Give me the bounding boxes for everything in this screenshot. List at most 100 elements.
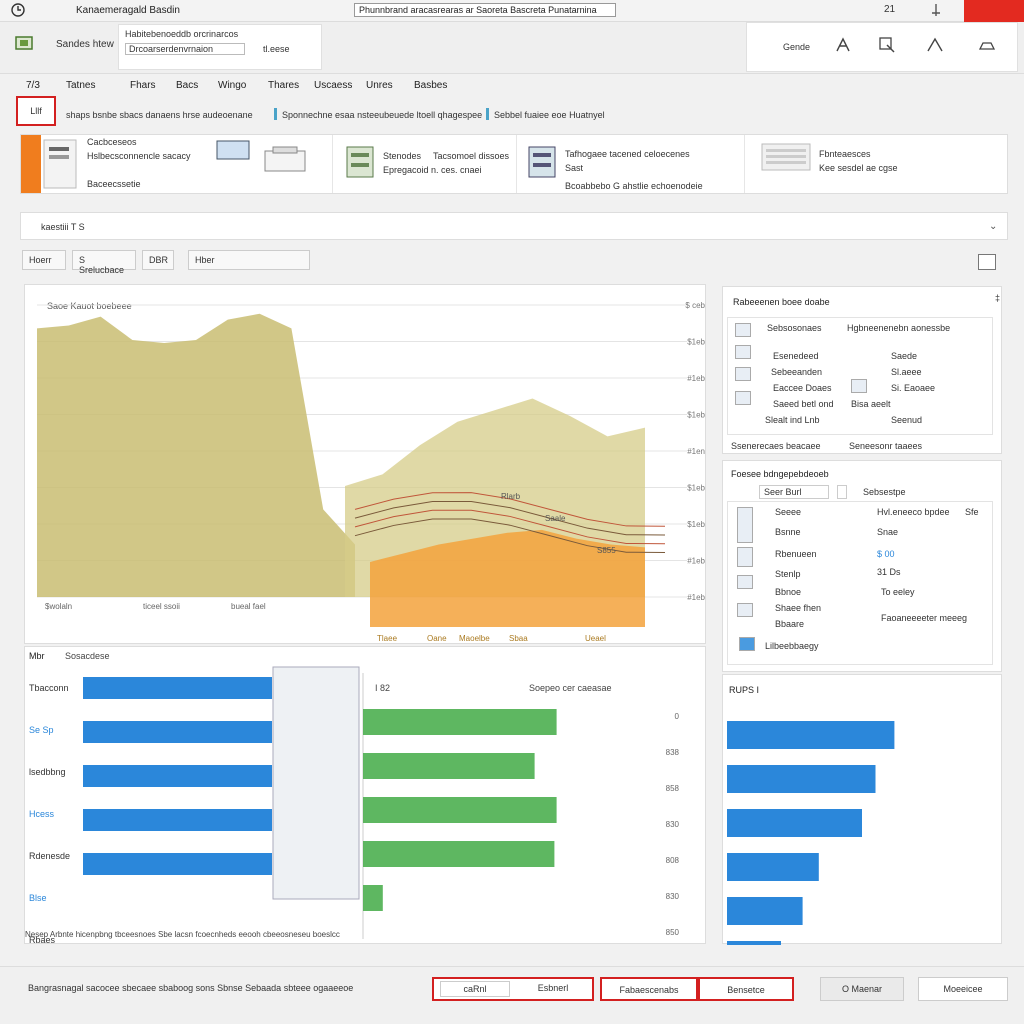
crop-tool-icon[interactable] xyxy=(877,35,897,55)
footer-button[interactable]: O Maenar xyxy=(820,977,904,1001)
menu-item[interactable]: Fhars xyxy=(130,80,156,91)
main-chart-panel: Saoe Kauot boebeee $ ceb $1eb #1eb $1eb #1en… xyxy=(24,284,706,644)
card[interactable]: Tafhogaee tacened celoecenes Sast Bcoabb… xyxy=(519,135,745,193)
pin-icon[interactable] xyxy=(930,3,942,17)
card[interactable]: Fbnteaesces Kee sesdel ae cgse xyxy=(747,135,1007,193)
blue-bar xyxy=(727,941,781,945)
card[interactable]: Cacbceseos Hslbecsconnencle sacacy Bacee… xyxy=(21,135,333,193)
details-panel: Foesee bdngepebdeoeb Seer Burl Sebsestpe… xyxy=(722,460,1002,672)
panel-title: Foesee bdngepebdeoeb xyxy=(731,469,829,479)
y-tick-label: #1eb xyxy=(687,593,705,602)
panel-chip[interactable]: Seer Burl xyxy=(759,485,829,499)
menu-item[interactable]: Tatnes xyxy=(66,80,95,91)
panel-toggle[interactable] xyxy=(837,485,847,499)
value-label: 0 xyxy=(675,712,680,721)
menu-item[interactable]: Unres xyxy=(366,80,393,91)
area-chart: $ ceb $1eb #1eb $1eb #1en $1eb $1eb #1eb #1eb Rla… xyxy=(37,301,706,643)
card-meta: Bcoabbebo G ahstlie echoenodeie xyxy=(565,181,703,191)
shape-tool-icon[interactable] xyxy=(977,35,997,55)
panel-cell: Sebsosonaes xyxy=(767,323,822,333)
row-label: Tbacconn xyxy=(29,683,69,693)
blue-bar xyxy=(727,853,819,881)
value-label: 850 xyxy=(666,928,680,937)
blue-bar xyxy=(727,721,895,749)
ribbon-segment[interactable]: Sebbel fuaiee eoe Huatnyel xyxy=(494,110,634,120)
footer-button[interactable]: Bensetce xyxy=(698,977,794,1001)
chevron-down-icon[interactable]: ⌄ xyxy=(989,221,997,232)
footer-button-group: caRnl Esbnerl xyxy=(432,977,594,1001)
filter-chip[interactable]: Hoerr xyxy=(22,250,66,270)
panel-cell: Hgbneenenebn aonessbe xyxy=(847,323,951,333)
card-subtitle: Tacsomoel dissoes xyxy=(433,151,510,161)
clock-icon xyxy=(11,3,25,17)
footer-button[interactable]: Moeeicee xyxy=(918,977,1008,1001)
y-tick-label: $1eb xyxy=(687,484,705,493)
document-path[interactable]: Phunnbrand aracasrearas ar Saoreta Bascr… xyxy=(354,3,616,17)
ribbon-button[interactable]: Lllf xyxy=(16,96,56,126)
ribbon-segment[interactable]: shaps bsnbe sbacs danaens hrse audeoenan… xyxy=(66,110,272,120)
ribbon-divider xyxy=(486,108,489,120)
panel-cell: Slealt ind Lnb xyxy=(765,415,820,425)
menu-icon[interactable]: 7/3 xyxy=(26,80,40,91)
panel-footer: Seneesonr taaees xyxy=(849,441,923,451)
bar-chart: Mbr Sosacdese Soepeo cer caeasae I 82 Tbacco… xyxy=(25,651,680,945)
x-tick-label: Tlaee xyxy=(377,634,398,643)
card-title: Tafhogaee tacened celoecenes xyxy=(565,149,690,159)
footer-button[interactable]: Fabaescenabs xyxy=(600,977,698,1001)
document-icon xyxy=(43,139,77,189)
more-icon[interactable]: ‡ xyxy=(995,293,1000,303)
blue-bar xyxy=(83,721,272,743)
y-tick-label: #1eb xyxy=(687,557,705,566)
row-icon xyxy=(735,323,751,337)
card-title: Fbnteaesces xyxy=(819,149,871,159)
area-series-olive xyxy=(37,313,355,597)
printer-icon xyxy=(264,146,306,172)
panel-cell: Si. Eaoaee xyxy=(891,383,936,393)
card-meta: Baceecssetie xyxy=(87,179,141,189)
ribbon: Lllf shaps bsnbe sbacs danaens hrse aude… xyxy=(0,96,1024,130)
row-icon xyxy=(735,391,751,405)
row-icon xyxy=(851,379,867,393)
panel-cell: Sebeeanden xyxy=(771,367,823,377)
filter-chip[interactable]: Hber xyxy=(188,250,310,270)
filter-row: Hoerr S Srelucbace DBR Hber xyxy=(20,248,1008,275)
status-text: Bangrasnagal sacocee sbecaee sbaboog son… xyxy=(28,983,354,993)
y-tick-label: #1en xyxy=(687,447,705,456)
menu-item[interactable]: Uscaess xyxy=(314,80,352,91)
angle-tool-icon[interactable] xyxy=(925,35,945,55)
card[interactable]: Stenodes Tacsomoel dissoes Epregacoid n.… xyxy=(335,135,517,193)
filter-chip[interactable]: DBR xyxy=(142,250,174,270)
panel-cell: Bbnoe xyxy=(775,587,802,597)
panel-cell: 31 Ds xyxy=(877,567,901,577)
card-title: Cacbceseos xyxy=(87,137,137,147)
device-icon xyxy=(216,140,250,160)
menu-item[interactable]: Thares xyxy=(268,80,299,91)
y-tick-label: $1eb xyxy=(687,520,705,529)
menu-item[interactable]: Bacs xyxy=(176,80,198,91)
ribbon-segment[interactable]: Sponnechne esaa nsteeubeuede ltoell qhag… xyxy=(282,110,482,120)
window-icon[interactable] xyxy=(978,254,996,270)
info-panel: Rabeeenen boee doabe ‡ Sebsosonaes Hgbne… xyxy=(722,286,1002,454)
pin-tool-icon[interactable] xyxy=(833,35,853,55)
row-label: Se Sp xyxy=(29,725,54,735)
green-bar xyxy=(363,753,535,779)
footer-button[interactable]: Esbnerl xyxy=(516,981,590,997)
menu-item[interactable]: Wingo xyxy=(218,80,246,91)
panel-cell: $ 00 xyxy=(877,549,895,559)
window-title: Kanaemeragald Basdin xyxy=(76,5,180,16)
footer-button[interactable]: caRnl xyxy=(440,981,510,997)
close-button[interactable] xyxy=(964,0,1024,22)
thumbnail-strip: Cacbceseos Hslbecsconnencle sacacy Bacee… xyxy=(20,134,1008,194)
bar-chart-panel: Mbr Sosacdese Soepeo cer caeasae I 82 Tbacco… xyxy=(24,646,706,945)
blue-bar xyxy=(83,809,272,831)
menu-item[interactable]: Basbes xyxy=(414,80,447,91)
panel-cell: To eeley xyxy=(881,587,915,597)
section-header[interactable]: kaestiii T S ⌄ xyxy=(20,212,1008,240)
x-tick-label: Maoelbe xyxy=(459,634,490,643)
search-input[interactable]: Drcoarserdenvrnaion xyxy=(125,43,245,55)
filter-chip[interactable]: S Srelucbace xyxy=(72,250,136,275)
chart-title: Mbr xyxy=(29,651,45,661)
panel-cell: Shaee fhen xyxy=(775,603,822,613)
panel-cell: Sfe xyxy=(965,507,979,517)
app-icon[interactable] xyxy=(14,34,34,52)
